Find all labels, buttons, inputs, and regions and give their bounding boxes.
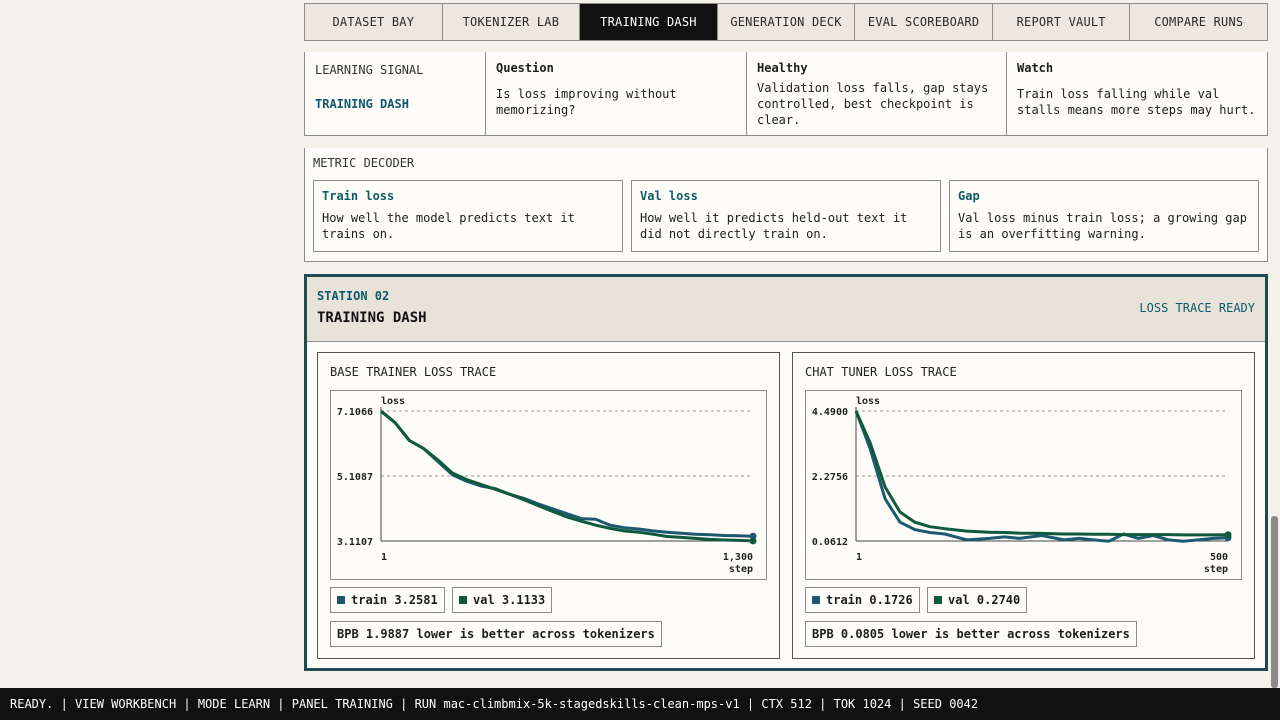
y-tick-label: 2.2756 (812, 472, 848, 483)
x-tick-label: 1 (381, 552, 387, 563)
loss-chart: 7.1066 5.1087 3.1107 loss 1 1,300 step (330, 390, 767, 580)
x-axis-label: step (1204, 564, 1228, 575)
decoder-card-val-loss: Val loss How well it predicts held-out t… (631, 180, 941, 252)
decoder-card-heading: Val loss (640, 189, 698, 203)
loss-chart: 4.4900 2.2756 0.0612 loss 1 500 step (805, 390, 1242, 580)
decoder-card-heading: Train loss (322, 189, 395, 203)
question-heading: Question (496, 61, 554, 75)
legend-val: val 3.1133 (452, 587, 553, 613)
vertical-scrollbar[interactable] (1271, 516, 1278, 688)
val-swatch (934, 596, 942, 604)
metric-decoder: METRIC DECODER Train loss How well the m… (304, 148, 1268, 262)
tab-bar: DATASET BAY TOKENIZER LAB TRAINING DASH … (304, 3, 1268, 41)
station-header: STATION 02 TRAINING DASH LOSS TRACE READ… (307, 277, 1265, 342)
station-status: LOSS TRACE READY (1139, 301, 1255, 315)
legend-val-label: val 0.2740 (948, 593, 1021, 607)
watch-text: Train loss falling while val stalls mean… (1017, 87, 1256, 117)
tab-compare-runs[interactable]: COMPARE RUNS (1130, 4, 1267, 40)
panel-title: BASE TRAINER LOSS TRACE (330, 365, 497, 379)
signal-healthy-cell: Healthy Validation loss falls, gap stays… (747, 52, 1007, 135)
signal-watch-cell: Watch Train loss falling while val stall… (1007, 52, 1267, 135)
learning-signal-strip: LEARNING SIGNAL TRAINING DASH Question I… (304, 52, 1268, 136)
tab-dataset-bay[interactable]: DATASET BAY (305, 4, 443, 40)
loss-chart-svg: 4.4900 2.2756 0.0612 loss 1 500step (812, 396, 1232, 575)
question-text: Is loss improving without memorizing? (496, 87, 677, 117)
bpb-note: BPB 1.9887 lower is better across tokeni… (330, 621, 662, 647)
decoder-card-gap: Gap Val loss minus train loss; a growing… (949, 180, 1259, 252)
watch-heading: Watch (1017, 61, 1054, 75)
signal-sub: TRAINING DASH (315, 97, 409, 111)
healthy-heading: Healthy (757, 61, 808, 75)
legend-train-label: train 3.2581 (351, 593, 438, 607)
legend-train-label: train 0.1726 (826, 593, 913, 607)
station-name: TRAINING DASH (317, 310, 427, 326)
loss-chart-svg: 7.1066 5.1087 3.1107 loss 1 1,300step (337, 396, 757, 575)
signal-label-cell: LEARNING SIGNAL TRAINING DASH (305, 52, 486, 135)
y-axis-label: loss (381, 396, 405, 407)
train-swatch (337, 596, 345, 604)
decoder-card-text: How well it predicts held-out text it di… (640, 211, 908, 241)
decoder-title: METRIC DECODER (313, 156, 415, 170)
tab-tokenizer-lab[interactable]: TOKENIZER LAB (443, 4, 581, 40)
chat-tuner-panel: CHAT TUNER LOSS TRACE 4.4900 2.2756 0.0612… (792, 352, 1255, 659)
bpb-note: BPB 0.0805 lower is better across tokeni… (805, 621, 1137, 647)
decoder-card-train-loss: Train loss How well the model predicts t… (313, 180, 623, 252)
healthy-text: Validation loss falls, gap stays control… (757, 81, 989, 127)
val-swatch (459, 596, 467, 604)
tab-eval-scoreboard[interactable]: EVAL SCOREBOARD (855, 4, 993, 40)
panel-title: CHAT TUNER LOSS TRACE (805, 365, 957, 379)
decoder-card-heading: Gap (958, 189, 980, 203)
x-axis-label: step (729, 564, 753, 575)
y-tick-label: 0.0612 (812, 537, 848, 548)
base-trainer-panel: BASE TRAINER LOSS TRACE 7.1066 5.1087 3.11… (317, 352, 780, 659)
legend-train: train 3.2581 (330, 587, 445, 613)
legend-val-label: val 3.1133 (473, 593, 546, 607)
legend-train: train 0.1726 (805, 587, 920, 613)
val-end-point (1224, 531, 1232, 539)
tab-training-dash[interactable]: TRAINING DASH (580, 4, 718, 40)
x-tick-label: 1 (856, 552, 862, 563)
tab-generation-deck[interactable]: GENERATION DECK (718, 4, 856, 40)
station-training-dash: STATION 02 TRAINING DASH LOSS TRACE READ… (304, 274, 1268, 671)
y-tick-label: 4.4900 (812, 407, 848, 418)
legend-val: val 0.2740 (927, 587, 1028, 613)
x-tick-label: 1,300 (723, 552, 753, 563)
decoder-card-text: Val loss minus train loss; a growing gap… (958, 211, 1247, 241)
station-number: STATION 02 (317, 289, 390, 303)
val-series-line (854, 410, 1229, 537)
signal-question-cell: Question Is loss improving without memor… (486, 52, 747, 135)
train-swatch (812, 596, 820, 604)
y-tick-label: 7.1066 (337, 407, 373, 418)
val-end-point (749, 537, 757, 545)
y-tick-label: 5.1087 (337, 472, 373, 483)
y-axis-label: loss (856, 396, 880, 407)
tab-report-vault[interactable]: REPORT VAULT (993, 4, 1131, 40)
status-bar: READY. | VIEW WORKBENCH | MODE LEARN | P… (0, 688, 1280, 720)
decoder-card-text: How well the model predicts text it trai… (322, 211, 575, 241)
x-tick-label: 500 (1210, 552, 1228, 563)
signal-label: LEARNING SIGNAL (315, 63, 424, 77)
y-tick-label: 3.1107 (337, 537, 373, 548)
